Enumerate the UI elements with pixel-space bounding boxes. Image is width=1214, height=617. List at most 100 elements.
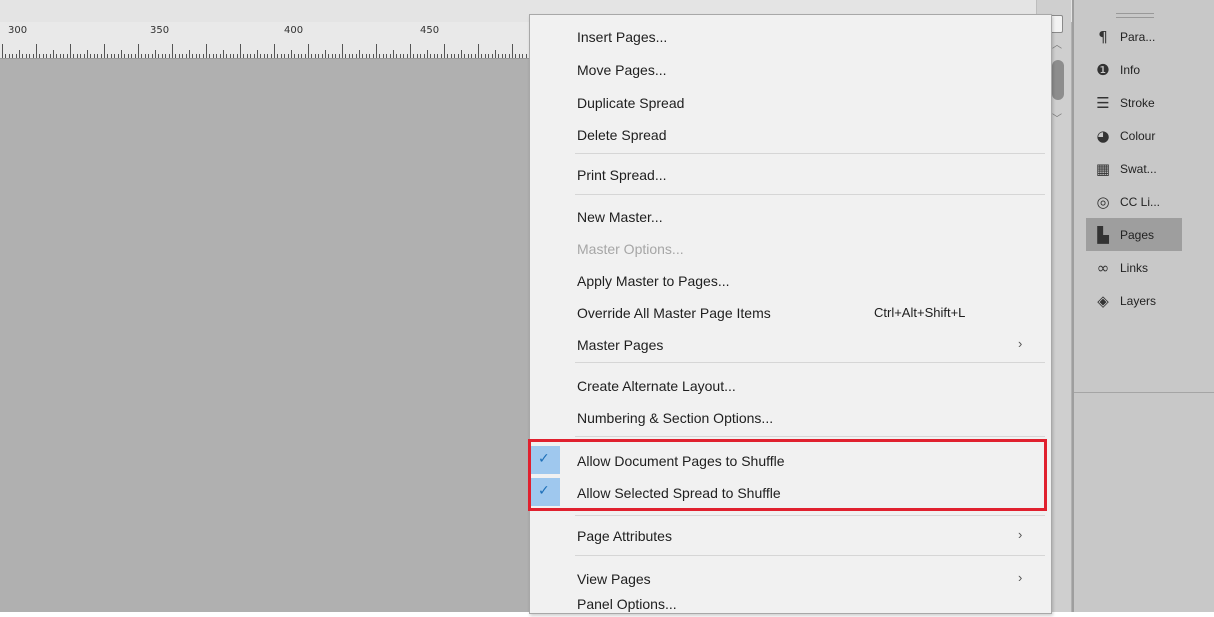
ruler-tick xyxy=(138,44,139,58)
ruler-tick xyxy=(175,54,177,58)
menu-item-print-spread[interactable]: Print Spread... xyxy=(530,160,1051,188)
menu-item-create-alternate-layout[interactable]: Create Alternate Layout... xyxy=(530,371,1051,399)
ruler-tick xyxy=(66,54,68,58)
ruler-tick xyxy=(423,54,425,58)
menu-item-insert-pages[interactable]: Insert Pages... xyxy=(530,22,1051,50)
menu-item-apply-master[interactable]: Apply Master to Pages... xyxy=(530,266,1051,294)
panel-item-swatches[interactable]: ▦ Swat... xyxy=(1086,152,1182,185)
panel-item-label: Layers xyxy=(1120,293,1157,308)
panel-item-links[interactable]: ∞ Links xyxy=(1086,251,1182,284)
menu-item-numbering-section-options[interactable]: Numbering & Section Options... xyxy=(530,403,1051,431)
menu-item-label: Page Attributes xyxy=(577,528,672,544)
menu-item-panel-options[interactable]: Panel Options... xyxy=(530,589,1051,617)
ruler-tick xyxy=(25,54,27,58)
menu-item-label: Master Options... xyxy=(577,241,684,257)
ruler-tick xyxy=(372,54,374,58)
menu-item-override-master-items[interactable]: Override All Master Page Items Ctrl+Alt+… xyxy=(530,298,1051,326)
ruler-tick xyxy=(454,54,456,58)
panel-item-info[interactable]: ❶ Info xyxy=(1086,53,1182,86)
ruler-tick xyxy=(420,54,422,58)
ruler-tick xyxy=(107,54,109,58)
panel-grip-icon[interactable] xyxy=(1116,13,1154,18)
ruler-tick xyxy=(161,54,163,58)
ruler-tick xyxy=(488,54,490,58)
menu-item-shortcut: Ctrl+Alt+Shift+L xyxy=(874,305,966,320)
panel-item-pages[interactable]: ▙ Pages xyxy=(1086,218,1182,251)
ruler-tick xyxy=(403,54,405,58)
menu-item-label: Move Pages... xyxy=(577,62,667,78)
ruler-tick xyxy=(359,50,360,58)
panel-item-label: CC Li... xyxy=(1120,194,1161,209)
ruler-tick xyxy=(427,50,428,58)
panel-item-label: Info xyxy=(1120,62,1141,77)
ruler-tick xyxy=(430,54,432,58)
ruler-tick xyxy=(301,54,303,58)
ruler-tick xyxy=(318,54,320,58)
menu-separator xyxy=(575,436,1045,437)
menu-separator xyxy=(575,515,1045,516)
ruler-tick xyxy=(495,50,496,58)
ruler-tick xyxy=(287,54,289,58)
ruler-tick xyxy=(484,54,486,58)
swatches-icon: ▦ xyxy=(1095,159,1111,178)
ruler-tick xyxy=(90,54,92,58)
ruler-tick xyxy=(110,54,112,58)
ruler-tick xyxy=(83,54,85,58)
ruler-number: 450 xyxy=(420,25,440,36)
panel-item-label: Stroke xyxy=(1120,95,1155,110)
ruler-tick xyxy=(270,54,272,58)
ruler-tick xyxy=(304,54,306,58)
menu-item-view-pages[interactable]: View Pages › xyxy=(530,564,1051,592)
panel-item-layers[interactable]: ◈ Layers xyxy=(1086,284,1182,317)
ruler-tick xyxy=(481,54,483,58)
menu-item-new-master[interactable]: New Master... xyxy=(530,202,1051,230)
ruler-tick xyxy=(189,50,190,58)
submenu-arrow-icon: › xyxy=(1018,527,1023,542)
menu-item-label: Override All Master Page Items xyxy=(577,305,771,321)
ruler-tick xyxy=(15,54,17,58)
panel-item-cc-libraries[interactable]: ◎ CC Li... xyxy=(1086,185,1182,218)
ruler-tick xyxy=(501,54,503,58)
ruler-tick xyxy=(331,54,333,58)
ruler-tick xyxy=(42,54,44,58)
menu-separator xyxy=(575,194,1045,195)
ruler-tick xyxy=(474,54,476,58)
links-icon: ∞ xyxy=(1096,258,1110,277)
ruler-tick xyxy=(440,54,442,58)
panel-item-stroke[interactable]: ☰ Stroke xyxy=(1086,86,1182,119)
ruler-number: 350 xyxy=(150,25,170,36)
panel-item-colour[interactable]: ◕ Colour xyxy=(1086,119,1182,152)
panel-list: ¶ Para... ❶ Info ☰ Stroke ◕ Colour ▦ Swa… xyxy=(1086,20,1182,317)
menu-item-master-pages[interactable]: Master Pages › xyxy=(530,330,1051,358)
ruler-tick xyxy=(29,54,31,58)
menu-item-label: Delete Spread xyxy=(577,127,667,143)
info-icon: ❶ xyxy=(1096,60,1110,79)
ruler-tick xyxy=(382,54,384,58)
ruler-tick xyxy=(131,54,133,58)
ruler-tick xyxy=(450,54,452,58)
ruler-tick xyxy=(311,54,313,58)
ruler-tick xyxy=(491,54,493,58)
ruler-tick xyxy=(219,54,221,58)
ruler-tick xyxy=(53,50,54,58)
scrollbar-thumb[interactable] xyxy=(1052,60,1064,100)
panel-item-label: Links xyxy=(1120,260,1149,275)
menu-separator xyxy=(575,362,1045,363)
ruler-tick xyxy=(165,54,167,58)
ruler-tick xyxy=(8,54,10,58)
panel-item-paragraph[interactable]: ¶ Para... xyxy=(1086,20,1182,53)
menu-item-page-attributes[interactable]: Page Attributes › xyxy=(530,521,1051,549)
menu-item-move-pages[interactable]: Move Pages... xyxy=(530,55,1051,83)
menu-item-delete-spread[interactable]: Delete Spread xyxy=(530,120,1051,148)
menu-item-duplicate-spread[interactable]: Duplicate Spread xyxy=(530,88,1051,116)
ruler-tick xyxy=(457,54,459,58)
ruler-tick xyxy=(348,54,350,58)
ruler-tick xyxy=(280,54,282,58)
ruler-tick xyxy=(525,54,527,58)
ruler-tick xyxy=(393,50,394,58)
panel-item-label: Swat... xyxy=(1120,161,1157,176)
ruler-tick xyxy=(508,54,510,58)
menu-separator xyxy=(575,555,1045,556)
ruler-tick xyxy=(127,54,129,58)
ruler-tick xyxy=(321,54,323,58)
